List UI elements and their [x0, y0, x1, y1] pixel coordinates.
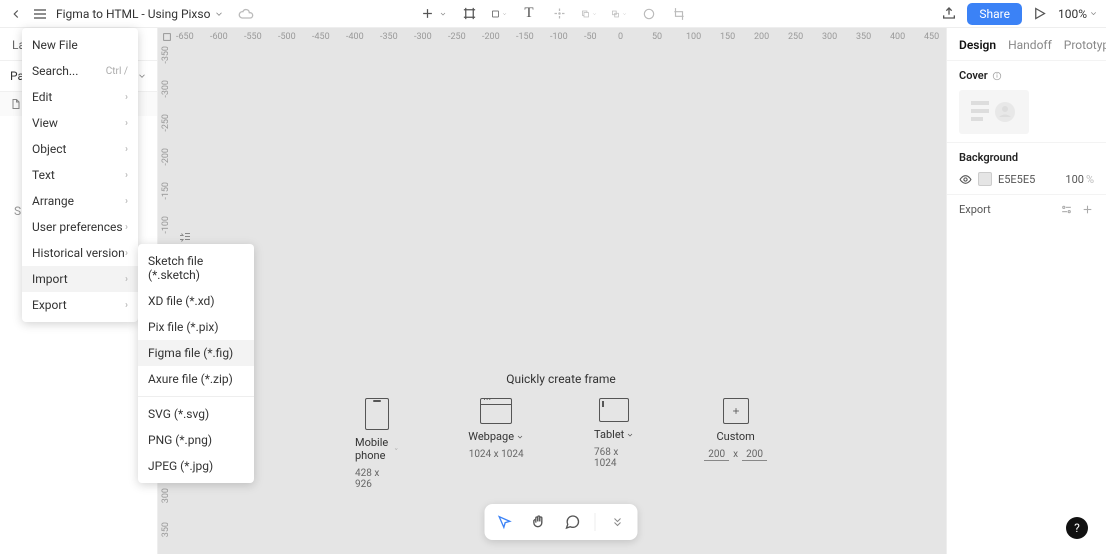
import-pix[interactable]: Pix file (*.pix) [138, 314, 254, 340]
bg-opunit: % [1086, 173, 1094, 186]
export-label: Export [959, 203, 991, 216]
menu-arrange[interactable]: Arrange› [22, 188, 138, 214]
frame-tool[interactable] [461, 6, 477, 22]
frame-option-mobile[interactable]: Mobile phone 428 x 926 [355, 398, 398, 490]
menu-export[interactable]: Export› [22, 292, 138, 318]
back-icon[interactable] [8, 6, 24, 22]
cover-thumb[interactable] [959, 90, 1029, 134]
menu-object[interactable]: Object› [22, 136, 138, 162]
menu-history[interactable]: Historical version› [22, 240, 138, 266]
file-title[interactable]: Figma to HTML - Using Pixso [56, 7, 224, 21]
import-svg[interactable]: SVG (*.svg) [138, 401, 254, 427]
comment-tool[interactable] [561, 510, 585, 534]
phone-icon [365, 398, 389, 430]
tab-prototype[interactable]: Prototype [1064, 38, 1106, 52]
bg-opacity[interactable]: 100 [1065, 173, 1084, 186]
plus-icon[interactable] [1081, 203, 1094, 216]
frame-option-webpage[interactable]: Webpage 1024 x 1024 [468, 398, 524, 490]
floating-toolbar [485, 504, 638, 540]
menu-view[interactable]: View› [22, 110, 138, 136]
tab-design[interactable]: Design [959, 38, 996, 52]
chevron-down-icon[interactable] [137, 71, 147, 81]
frame-option-tablet[interactable]: Tablet 768 x 1024 [594, 398, 634, 490]
layer-search-hint: S [14, 204, 21, 218]
frame-option-custom[interactable]: Custom 200 x 200 [704, 398, 767, 490]
hamburger-icon[interactable] [32, 6, 48, 22]
import-sketch[interactable]: Sketch file (*.sketch) [138, 248, 254, 288]
boolean-tool[interactable] [611, 6, 627, 22]
settings-icon[interactable] [1060, 203, 1073, 216]
import-png[interactable]: PNG (*.png) [138, 427, 254, 453]
mask-tool[interactable] [641, 6, 657, 22]
webpage-icon [480, 398, 512, 424]
shape-tool[interactable] [491, 6, 507, 22]
import-jpeg[interactable]: JPEG (*.jpg) [138, 453, 254, 479]
ruler-guide-icon[interactable] [176, 232, 194, 242]
custom-dims[interactable]: 200 x 200 [704, 449, 767, 461]
background-label: Background [959, 151, 1094, 164]
menu-new-file[interactable]: New File [22, 32, 138, 58]
menu-import[interactable]: Import› [22, 266, 138, 292]
crop-tool[interactable] [671, 6, 687, 22]
import-axure[interactable]: Axure file (*.zip) [138, 366, 254, 392]
cover-label: Cover [959, 69, 1094, 82]
page-icon [10, 98, 22, 110]
play-icon[interactable] [1032, 6, 1048, 22]
menu-edit[interactable]: Edit› [22, 84, 138, 110]
info-icon[interactable] [992, 71, 1002, 81]
ruler-corner-icon[interactable] [158, 28, 176, 46]
share-button[interactable]: Share [967, 3, 1022, 25]
eye-icon[interactable] [959, 173, 972, 186]
menu-text[interactable]: Text› [22, 162, 138, 188]
menu-user-pref[interactable]: User preferences› [22, 214, 138, 240]
frame-dim: 768 x 1024 [594, 447, 634, 469]
bg-value[interactable]: E5E5E5 [998, 173, 1035, 186]
cursor-tool[interactable] [493, 510, 517, 534]
help-button[interactable]: ? [1066, 517, 1088, 539]
zoom-control[interactable]: 100% [1058, 7, 1098, 21]
main-menu: New File Search...Ctrl / Edit› View› Obj… [22, 28, 138, 322]
tab-handoff[interactable]: Handoff [1008, 38, 1052, 52]
color-swatch[interactable] [978, 172, 992, 186]
import-figma[interactable]: Figma file (*.fig) [138, 340, 254, 366]
custom-icon [723, 398, 749, 424]
ruler-horizontal: -650-600-550-500-450-400-350-300-250-200… [176, 28, 946, 46]
frame-dim: 428 x 926 [355, 468, 398, 490]
copy-tool[interactable] [581, 6, 597, 22]
import-xd[interactable]: XD file (*.xd) [138, 288, 254, 314]
upload-icon[interactable] [941, 6, 957, 22]
align-tool[interactable] [551, 6, 567, 22]
tablet-icon [599, 398, 629, 422]
import-submenu: Sketch file (*.sketch) XD file (*.xd) Pi… [138, 244, 254, 483]
cloud-sync-icon [238, 6, 254, 22]
menu-search[interactable]: Search...Ctrl / [22, 58, 138, 84]
chevron-down-icon[interactable] [439, 10, 447, 18]
quick-create-title: Quickly create frame [506, 372, 616, 386]
toolbar-more[interactable] [606, 510, 630, 534]
add-tool[interactable] [419, 6, 435, 22]
text-tool[interactable]: T [521, 6, 537, 22]
frame-dim: 1024 x 1024 [469, 449, 524, 460]
hand-tool[interactable] [527, 510, 551, 534]
